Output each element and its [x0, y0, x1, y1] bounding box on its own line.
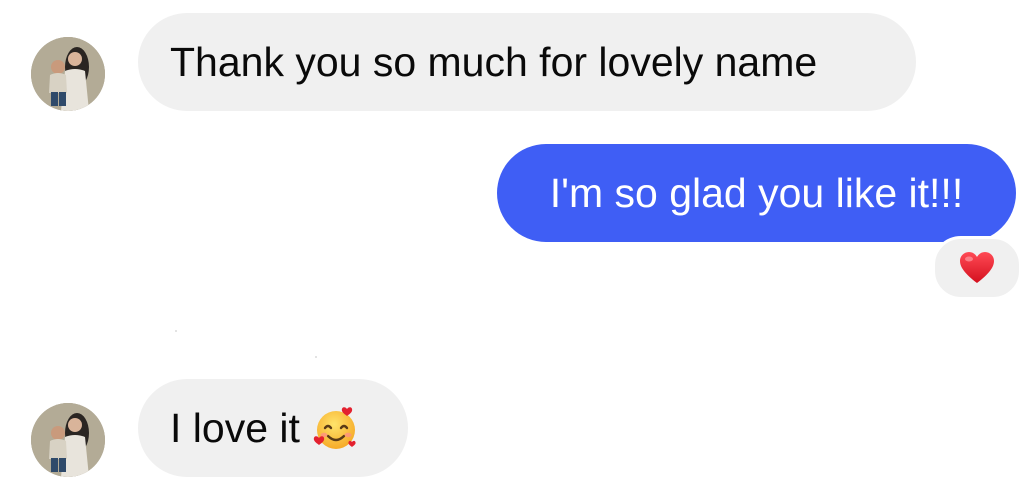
message-text: I'm so glad you like it!!!	[549, 169, 964, 216]
message-text: I love it	[170, 404, 300, 451]
heart-icon	[960, 252, 994, 283]
contact-avatar[interactable]	[31, 403, 105, 477]
incoming-message-bubble[interactable]: I love it	[138, 379, 408, 477]
avatar-photo-icon	[31, 37, 105, 111]
outgoing-message-bubble[interactable]: I'm so glad you like it!!!	[497, 144, 1016, 242]
background-speck	[175, 330, 177, 332]
smiling-face-with-hearts-icon	[313, 407, 356, 449]
incoming-message-bubble[interactable]: Thank you so much for lovely name	[138, 13, 916, 111]
message-text: Thank you so much for lovely name	[170, 38, 818, 85]
background-speck	[315, 356, 317, 358]
contact-avatar[interactable]	[31, 37, 105, 111]
message-reaction[interactable]	[932, 236, 1022, 300]
avatar-photo-icon	[31, 403, 105, 477]
